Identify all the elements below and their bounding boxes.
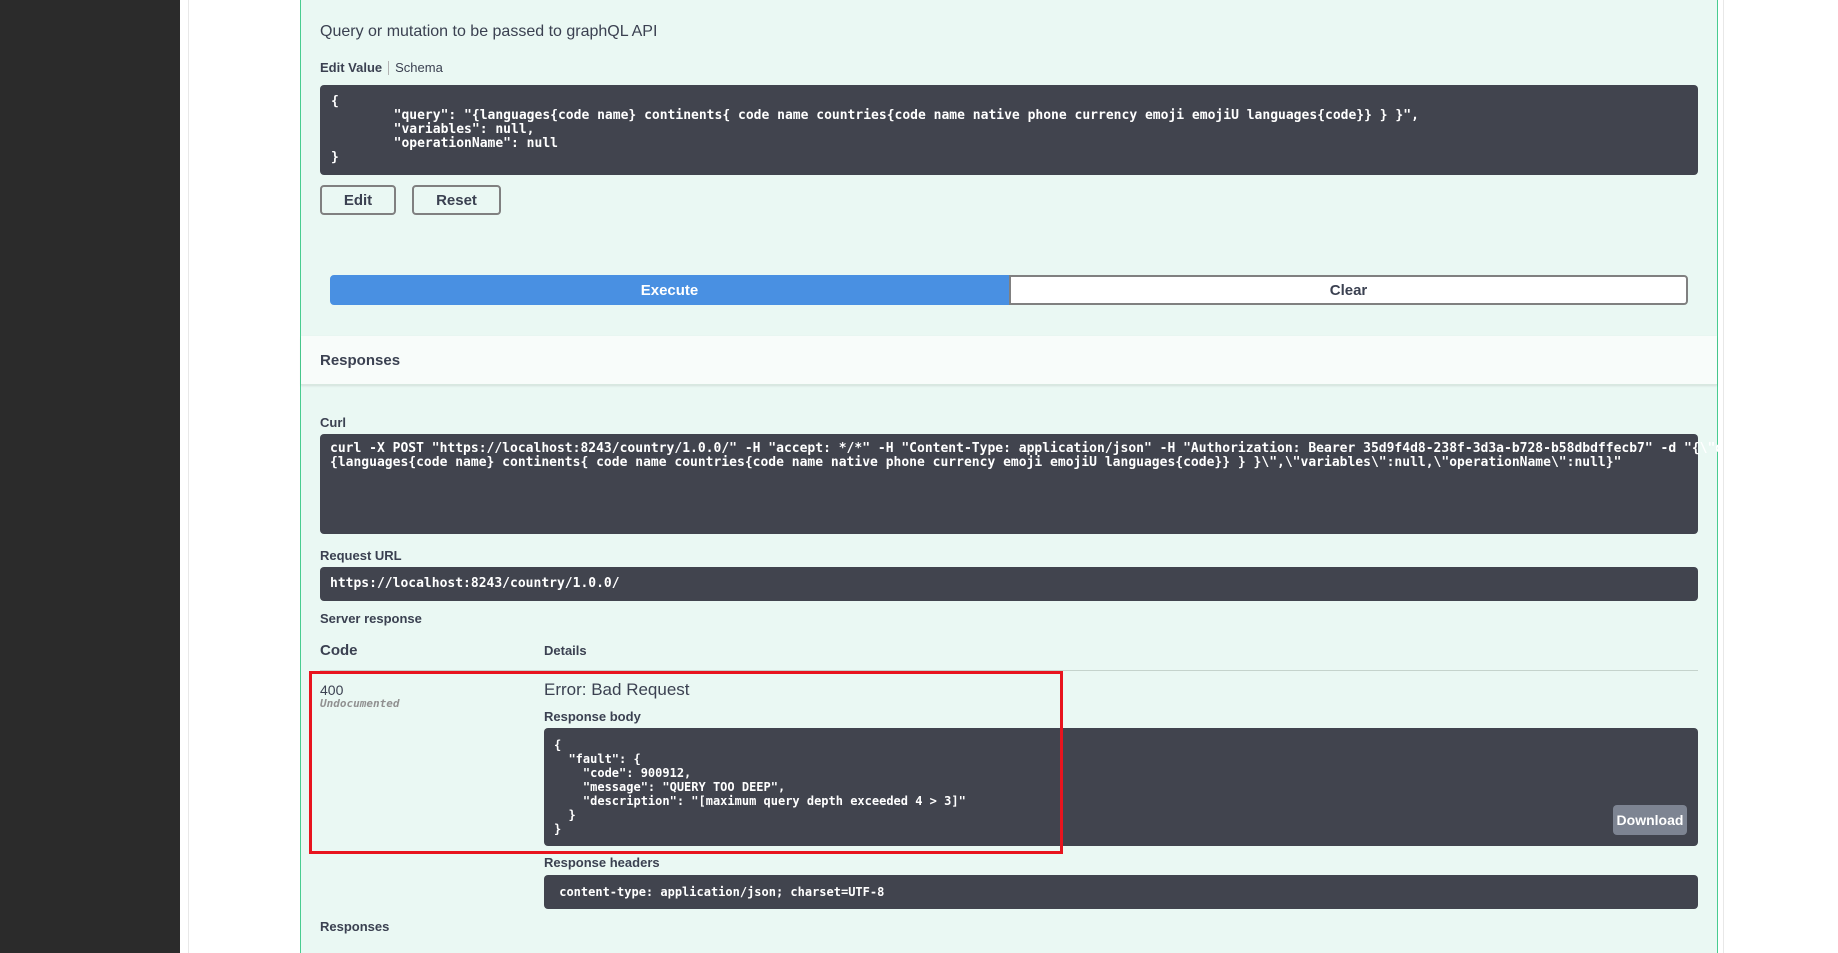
- parameter-description: Query or mutation to be passed to graphQ…: [320, 23, 658, 40]
- edit-button[interactable]: Edit: [320, 185, 396, 215]
- responses-title: Responses: [320, 352, 401, 369]
- execute-wrapper: Execute Clear: [330, 275, 1688, 305]
- error-highlight-box: [309, 671, 1063, 854]
- responses-header-band: [301, 336, 1717, 385]
- execute-button[interactable]: Execute: [330, 275, 1009, 305]
- responses-bottom-label: Responses: [320, 919, 390, 934]
- response-headers-label: Response headers: [544, 855, 660, 870]
- reset-button[interactable]: Reset: [412, 185, 501, 215]
- download-button[interactable]: Download: [1613, 805, 1687, 835]
- server-response-label: Server response: [320, 611, 422, 626]
- request-body-value[interactable]: { "query": "{languages{code name} contin…: [320, 85, 1698, 175]
- request-url-label: Request URL: [320, 548, 402, 563]
- tab-divider: [388, 60, 390, 75]
- left-dark-sidebar: [0, 0, 180, 953]
- tab-schema[interactable]: Schema: [395, 60, 443, 75]
- code-column-header: Code: [320, 642, 358, 659]
- curl-command[interactable]: curl -X POST "https://localhost:8243/cou…: [320, 434, 1794, 534]
- clear-button[interactable]: Clear: [1009, 275, 1688, 305]
- request-url-value[interactable]: https://localhost:8243/country/1.0.0/: [320, 567, 1698, 601]
- body-tabs: Edit Value Schema: [320, 60, 443, 75]
- details-column-header: Details: [544, 643, 587, 658]
- curl-label: Curl: [320, 415, 346, 430]
- response-headers[interactable]: content-type: application/json; charset=…: [544, 875, 1698, 909]
- tab-edit-value[interactable]: Edit Value: [320, 60, 382, 75]
